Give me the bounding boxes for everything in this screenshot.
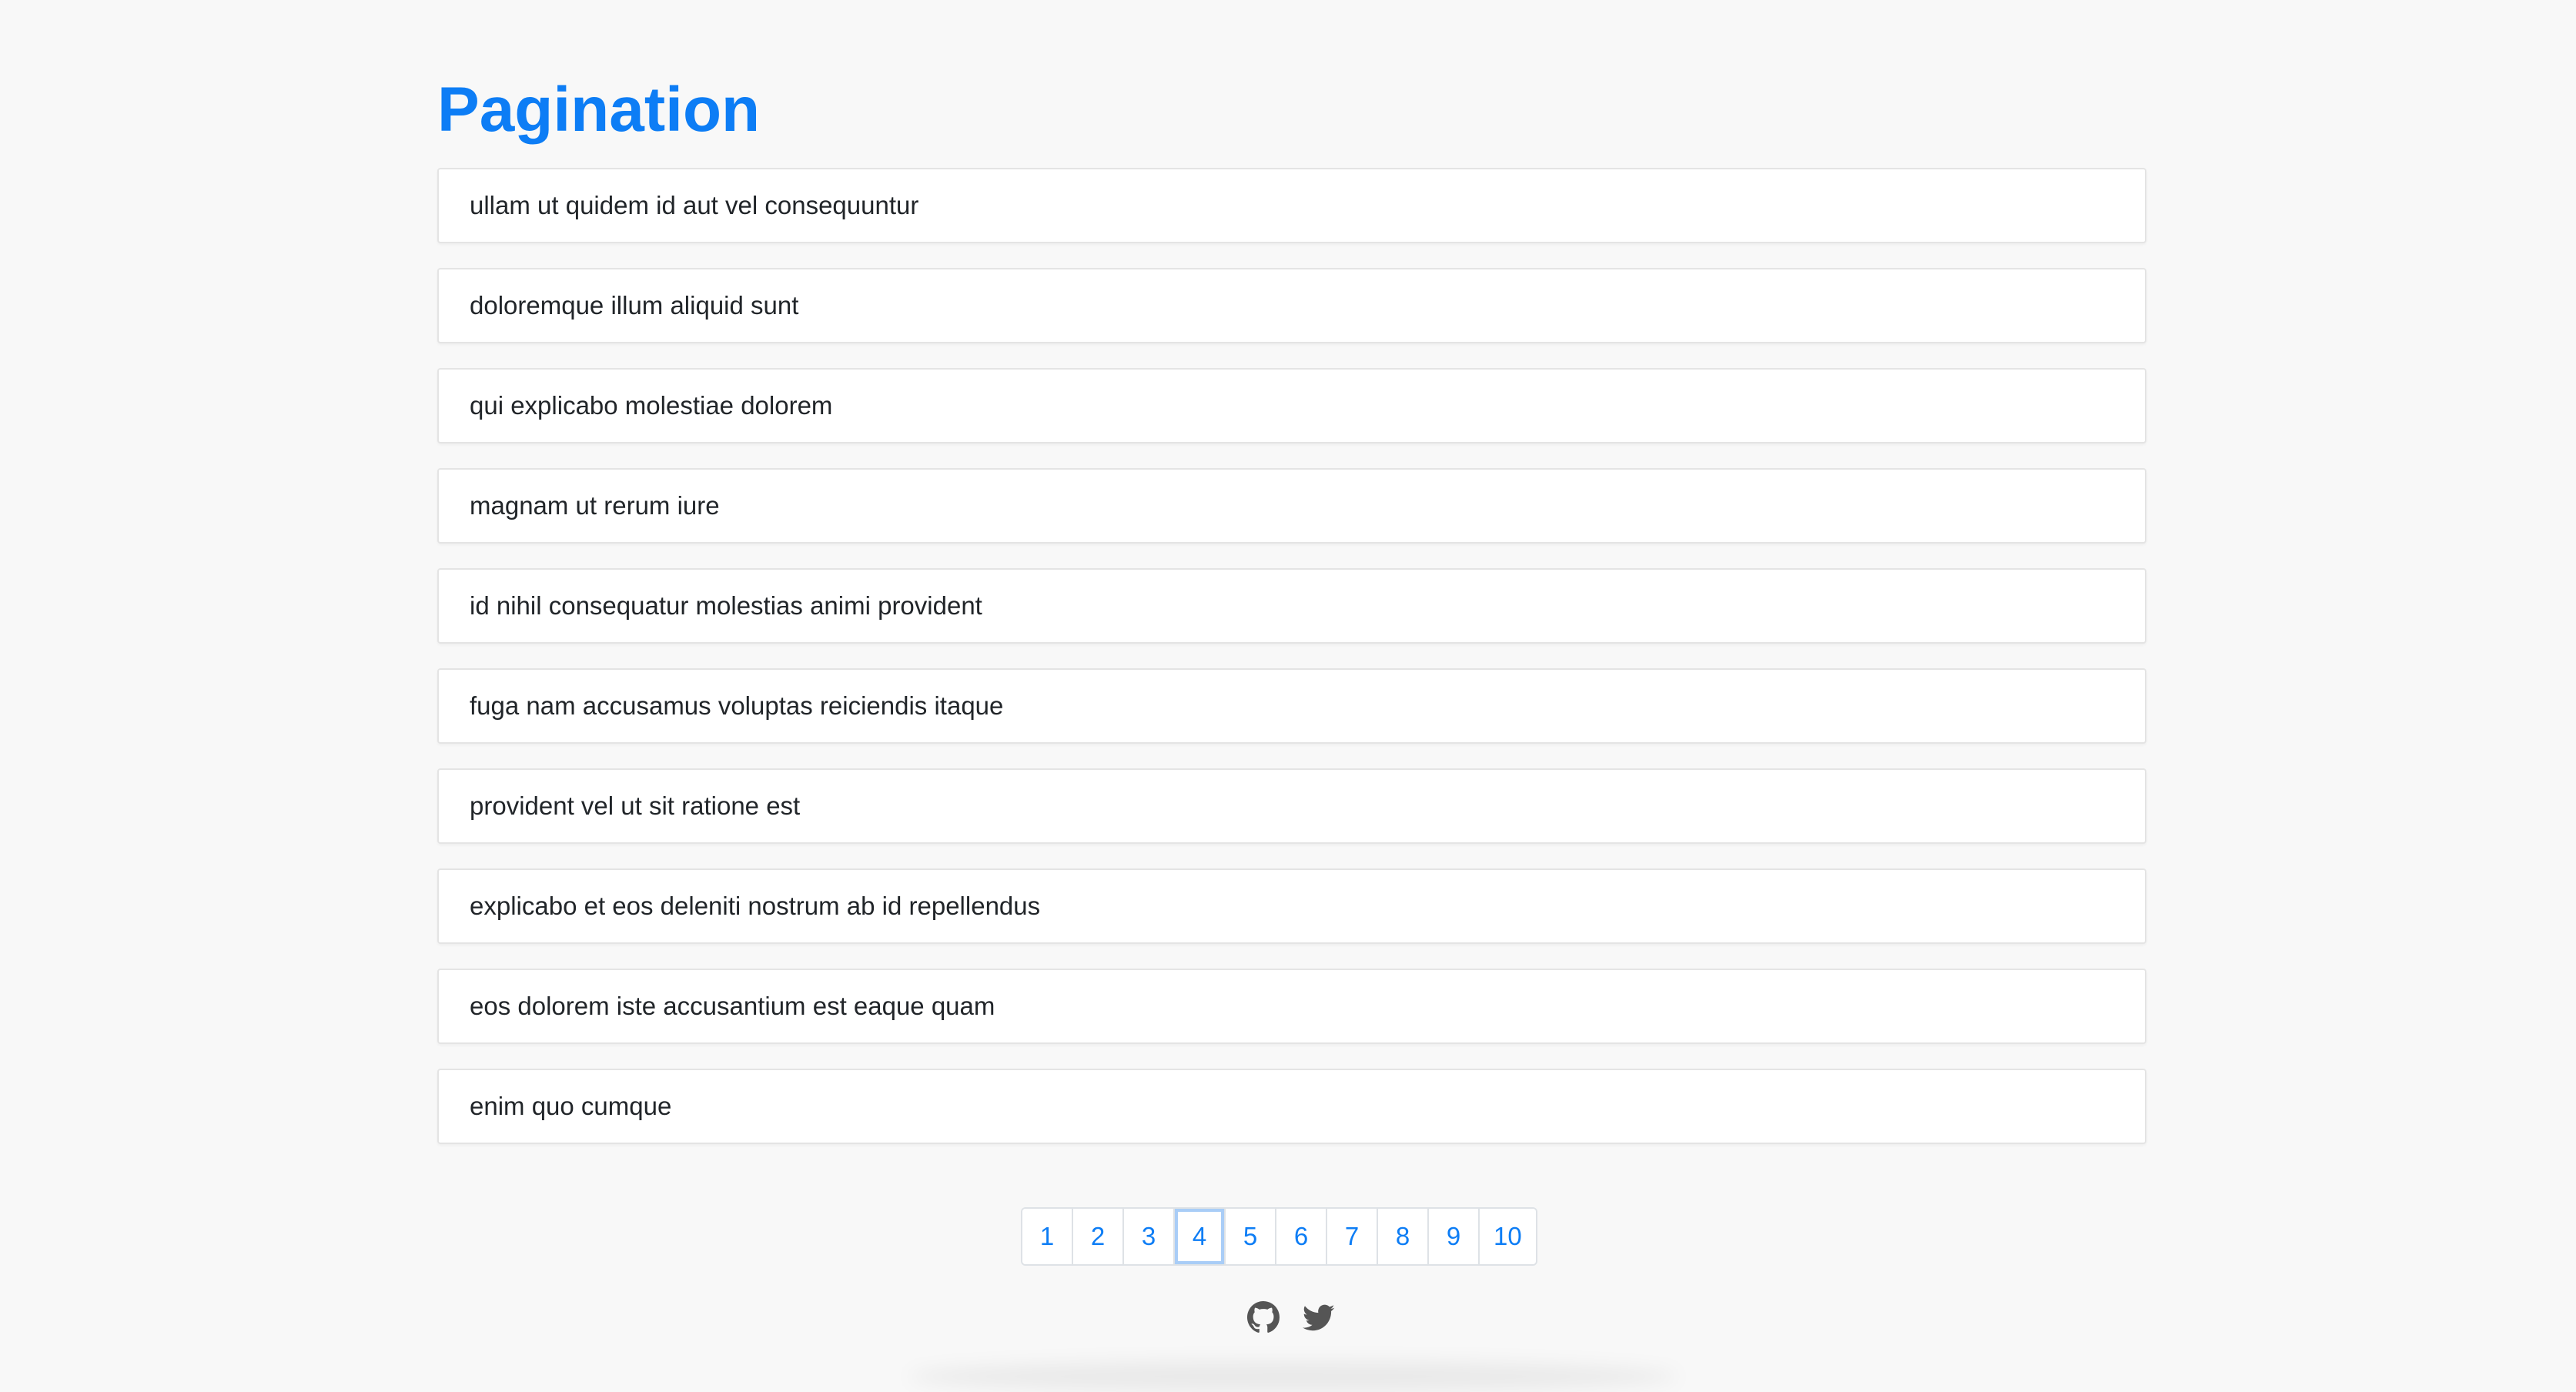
list-item: explicabo et eos deleniti nostrum ab id … xyxy=(437,868,2146,944)
list-item: id nihil consequatur molestias animi pro… xyxy=(437,568,2146,644)
list-item: provident vel ut sit ratione est xyxy=(437,768,2146,844)
list-item: qui explicabo molestiae dolorem xyxy=(437,368,2146,443)
page-button-4-active[interactable]: 4 xyxy=(1175,1209,1226,1264)
page-button-2[interactable]: 2 xyxy=(1073,1209,1124,1264)
post-title: magnam ut rerum iure xyxy=(470,491,720,520)
post-title: id nihil consequatur molestias animi pro… xyxy=(470,591,982,620)
post-title: fuga nam accusamus voluptas reiciendis i… xyxy=(470,691,1004,720)
post-title: doloremque illum aliquid sunt xyxy=(470,291,799,320)
list-item: ullam ut quidem id aut vel consequuntur xyxy=(437,168,2146,243)
post-title: enim quo cumque xyxy=(470,1092,672,1120)
post-title: qui explicabo molestiae dolorem xyxy=(470,391,833,420)
page-button-1[interactable]: 1 xyxy=(1022,1209,1073,1264)
page-button-9[interactable]: 9 xyxy=(1429,1209,1480,1264)
github-link[interactable] xyxy=(1247,1301,1280,1333)
list-item: magnam ut rerum iure xyxy=(437,468,2146,544)
footer-links xyxy=(1247,1301,1335,1333)
bottom-shadow xyxy=(908,1361,1678,1392)
page-button-7[interactable]: 7 xyxy=(1327,1209,1378,1264)
page-button-8[interactable]: 8 xyxy=(1378,1209,1429,1264)
list-item: eos dolorem iste accusantium est eaque q… xyxy=(437,969,2146,1044)
twitter-icon xyxy=(1303,1304,1335,1331)
page-button-6[interactable]: 6 xyxy=(1276,1209,1327,1264)
twitter-link[interactable] xyxy=(1303,1301,1335,1333)
post-title: explicabo et eos deleniti nostrum ab id … xyxy=(470,892,1041,920)
post-list: ullam ut quidem id aut vel consequuntur … xyxy=(437,168,2146,1169)
page-button-3[interactable]: 3 xyxy=(1124,1209,1175,1264)
list-item: enim quo cumque xyxy=(437,1069,2146,1144)
pagination: 1 2 3 4 5 6 7 8 9 10 xyxy=(1021,1207,1537,1266)
post-title: ullam ut quidem id aut vel consequuntur xyxy=(470,191,919,219)
page-button-10[interactable]: 10 xyxy=(1480,1209,1536,1264)
list-item: fuga nam accusamus voluptas reiciendis i… xyxy=(437,668,2146,744)
page-title: Pagination xyxy=(437,75,761,145)
page-button-5[interactable]: 5 xyxy=(1226,1209,1276,1264)
post-title: eos dolorem iste accusantium est eaque q… xyxy=(470,992,995,1020)
post-title: provident vel ut sit ratione est xyxy=(470,791,801,820)
list-item: doloremque illum aliquid sunt xyxy=(437,268,2146,343)
github-icon xyxy=(1247,1301,1280,1333)
